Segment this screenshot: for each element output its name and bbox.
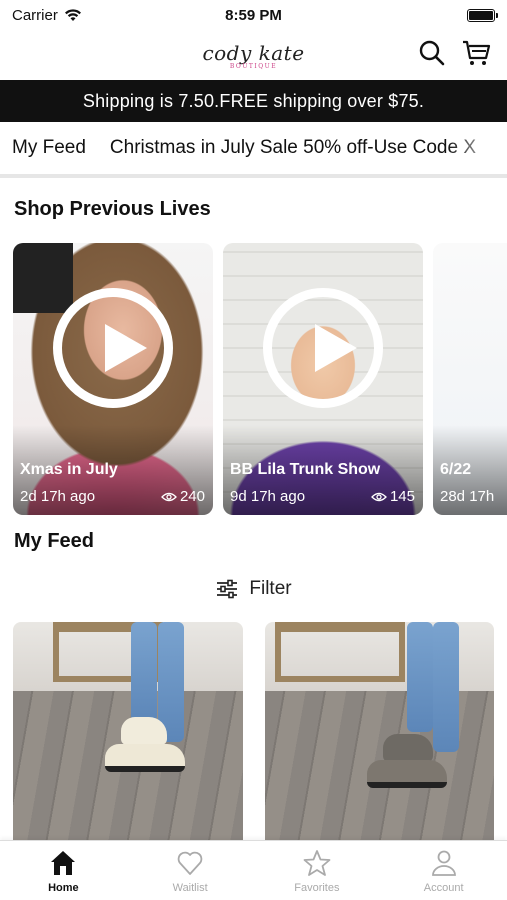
carrier-label: Carrier (12, 6, 58, 24)
sliders-icon (217, 579, 238, 599)
search-icon[interactable] (417, 38, 447, 68)
nav-home[interactable]: Home (0, 841, 127, 900)
filter-label: Filter (249, 578, 292, 599)
lives-section-title: Shop Previous Lives (14, 198, 211, 220)
photo-leg (432, 622, 459, 752)
heart-icon (177, 851, 203, 875)
wifi-icon (64, 9, 81, 21)
play-icon[interactable] (263, 288, 383, 408)
app-header: cody kate BOUTIQUE (0, 30, 507, 80)
tab-my-feed[interactable]: My Feed (0, 122, 98, 174)
play-icon[interactable] (53, 288, 173, 408)
photo-shoe (121, 717, 167, 745)
brand-logo[interactable]: cody kate BOUTIQUE (202, 41, 304, 70)
views-count: 240 (161, 488, 205, 505)
header-actions (417, 38, 491, 68)
photo-table (274, 622, 405, 682)
nav-waitlist[interactable]: Waitlist (127, 841, 254, 900)
category-tabs: My Feed Christmas in July Sale 50% off-U… (0, 122, 507, 178)
lives-carousel[interactable]: Xmas in July 2d 17h ago 240 BB Lila Trun… (13, 243, 507, 515)
live-title: 6/22 (440, 461, 472, 478)
photo-shoe (366, 760, 447, 788)
eye-icon (161, 492, 177, 501)
views-value: 145 (389, 488, 415, 505)
person-icon (431, 850, 456, 876)
live-card[interactable]: Xmas in July 2d 17h ago 240 (13, 243, 213, 515)
product-card[interactable] (13, 622, 243, 852)
scene-backdrop (13, 243, 73, 313)
nav-label: Waitlist (172, 881, 208, 894)
battery-icon (467, 8, 498, 22)
live-title: BB Lila Trunk Show (230, 461, 381, 478)
photo-leg (131, 622, 157, 722)
nav-label: Account (423, 881, 464, 894)
views-count: 145 (371, 488, 415, 505)
live-ago: 9d 17h ago (230, 488, 306, 505)
nav-label: Home (48, 881, 79, 894)
feed-section-title: My Feed (14, 530, 95, 552)
product-grid (13, 622, 494, 852)
views-value: 240 (179, 488, 205, 505)
filter-button[interactable]: Filter (0, 574, 507, 604)
shipping-banner: Shipping is 7.50.FREE shipping over $75. (0, 80, 507, 122)
tab-christmas-sale[interactable]: Christmas in July Sale 50% off-Use Code … (98, 122, 488, 174)
eye-icon (371, 492, 387, 501)
logo-text: cody kate (202, 40, 305, 65)
live-meta: 28d 17h (440, 488, 507, 505)
live-card[interactable]: 6/22 28d 17h (433, 243, 507, 515)
bottom-nav: Home Waitlist Favorites Account (0, 840, 507, 900)
tab-label: Christmas in July Sale 50% off-Use Code … (109, 137, 477, 158)
tab-label: My Feed (12, 137, 86, 158)
photo-shoe (382, 734, 433, 762)
status-bar: Carrier 8:59 PM (0, 0, 507, 30)
live-ago: 2d 17h ago (20, 488, 96, 505)
photo-shoe (105, 744, 185, 772)
live-meta: 9d 17h ago 145 (230, 488, 415, 505)
cart-icon[interactable] (461, 38, 491, 68)
nav-label: Favorites (294, 881, 340, 894)
star-icon (303, 849, 331, 876)
live-title: Xmas in July (20, 461, 118, 478)
shipping-banner-text: Shipping is 7.50.FREE shipping over $75. (82, 90, 425, 111)
live-card[interactable]: BB Lila Trunk Show 9d 17h ago 145 (223, 243, 423, 515)
logo-subtext: BOUTIQUE (229, 62, 278, 70)
product-card[interactable] (264, 622, 494, 852)
live-ago: 28d 17h (440, 488, 495, 505)
carrier-group: Carrier (12, 7, 82, 24)
live-meta: 2d 17h ago 240 (20, 488, 205, 505)
photo-leg (406, 622, 433, 732)
nav-favorites[interactable]: Favorites (254, 841, 381, 900)
nav-account[interactable]: Account (380, 841, 507, 900)
home-icon (51, 850, 76, 875)
